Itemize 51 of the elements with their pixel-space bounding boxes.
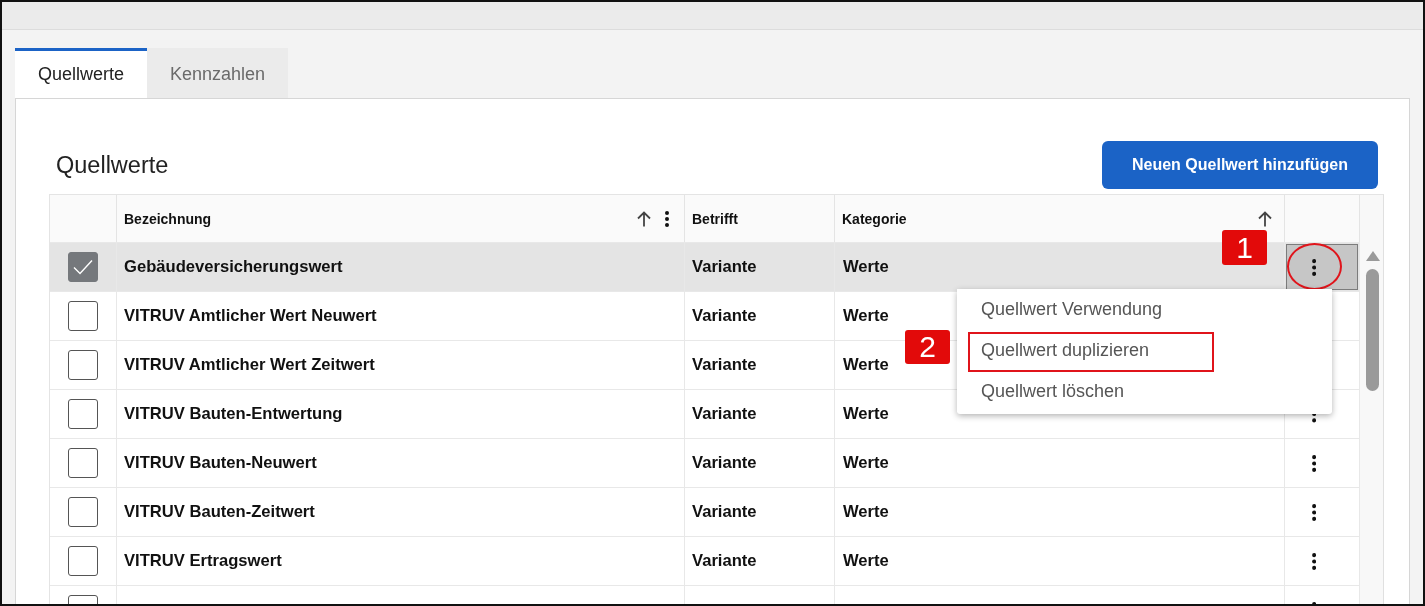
table-cell: VITRUV Amtlicher Wert Neuwert xyxy=(117,292,685,340)
table-cell: Werte xyxy=(835,439,1285,487)
table-cell: Variante xyxy=(685,537,835,585)
scrollbar-thumb[interactable] xyxy=(1366,269,1379,391)
table-row[interactable]: VITRUV Bauten-Zeitwert Variante Werte xyxy=(50,488,1360,537)
table-cell: VITRUV Bauten-Zeitwert xyxy=(117,488,685,536)
section-title: Quellwerte xyxy=(56,151,169,179)
table-cell: VITRUV Amtlicher Wert Zeitwert xyxy=(117,341,685,389)
tab[interactable]: Kennzahlen xyxy=(147,48,288,98)
checkbox[interactable] xyxy=(68,301,98,331)
kebab-menu-icon xyxy=(1311,552,1317,570)
menu-item[interactable]: Quellwert löschen xyxy=(957,371,1332,412)
kebab-menu-icon xyxy=(1311,454,1317,472)
kebab-menu-icon xyxy=(1312,258,1317,276)
kebab-menu-icon[interactable] xyxy=(665,210,669,227)
menu-item[interactable]: Quellwert duplizieren xyxy=(957,330,1332,371)
table-cell: Werte xyxy=(835,488,1285,536)
table-cell: Variante xyxy=(685,243,835,291)
checkbox[interactable] xyxy=(68,448,98,478)
kebab-menu-icon xyxy=(1311,414,1317,423)
callout-badge: 2 xyxy=(905,330,950,364)
table-cell: Variante xyxy=(685,341,835,389)
sort-arrow-up-icon[interactable] xyxy=(637,210,651,227)
table-cell: VITRUV Bauten-Entwertung xyxy=(117,390,685,438)
table-cell: Werte xyxy=(835,537,1285,585)
table-cell: Variante xyxy=(685,488,835,536)
checkbox[interactable] xyxy=(68,546,98,576)
table-cell: VITRUV Bauten-Neuwert xyxy=(117,439,685,487)
checkbox[interactable] xyxy=(68,497,98,527)
table-cell: Variante xyxy=(685,390,835,438)
table-cell: Variante xyxy=(685,292,835,340)
tab[interactable]: Quellwerte xyxy=(15,48,147,98)
table-cell: VITRUV Ertragswert xyxy=(117,537,685,585)
kebab-menu-icon xyxy=(1311,503,1317,521)
table-cell: Gebäudeversicherungswert xyxy=(117,243,685,291)
checkmark-icon xyxy=(73,259,93,275)
scroll-up-arrow-icon[interactable] xyxy=(1366,251,1380,261)
callout-badge: 1 xyxy=(1222,230,1267,265)
column-header[interactable]: Kategorie xyxy=(842,210,907,227)
add-button[interactable]: Neuen Quellwert hinzufügen xyxy=(1102,141,1378,189)
table-row[interactable]: VITRUV Ertragswert Variante Werte xyxy=(50,537,1360,586)
checkbox[interactable] xyxy=(68,252,98,282)
column-header[interactable]: Bezeichnung xyxy=(124,210,212,227)
checkbox[interactable] xyxy=(68,399,98,429)
table-row[interactable]: VITRUV Bauten-Neuwert Variante Werte xyxy=(50,439,1360,488)
menu-item[interactable]: Quellwert Verwendung xyxy=(957,289,1332,330)
sort-arrow-up-icon[interactable] xyxy=(1258,210,1272,227)
checkbox[interactable] xyxy=(68,350,98,380)
column-header[interactable]: Betrifft xyxy=(692,210,738,227)
table-cell: Variante xyxy=(685,439,835,487)
scrollbar-track[interactable] xyxy=(1360,194,1384,604)
